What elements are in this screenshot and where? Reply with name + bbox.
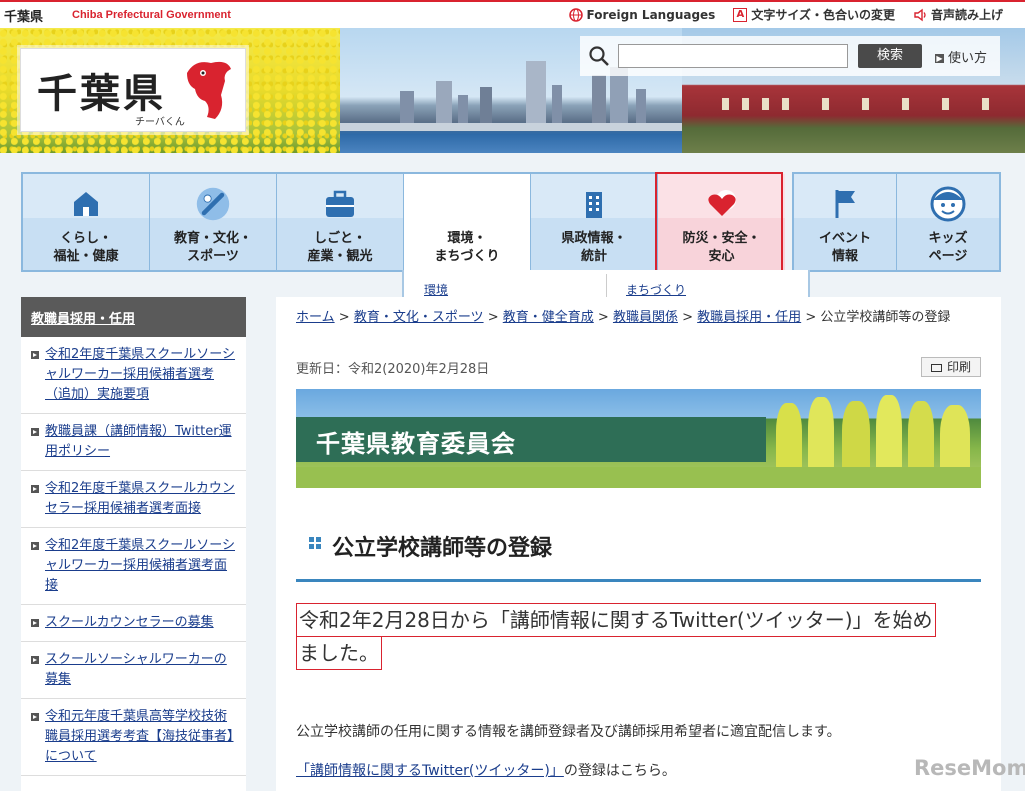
search-button[interactable]: 検索 <box>858 44 922 68</box>
twitter-register-link[interactable]: 「講師情報に関するTwitter(ツイッター)」 <box>296 763 564 779</box>
resemom-watermark: ReseMom <box>914 756 1025 780</box>
sidebar-item[interactable]: スクールカウンセラーの募集 <box>21 605 246 642</box>
sidebar-item[interactable]: 令和2年度千葉県スクールソーシャルワーカー採用候補者選考面接 <box>21 528 246 605</box>
chiba-kun-mascot-icon <box>187 61 231 119</box>
sidebar-list: 令和2年度千葉県スクールソーシャルワーカー採用候補者選考（追加）実施要項 教職員… <box>21 337 246 776</box>
nav-label: しごと・ 産業・観光 <box>307 231 373 264</box>
sidebar-item[interactable]: スクールソーシャルワーカーの募集 <box>21 642 246 699</box>
search-howto-link[interactable]: 使い方 <box>935 47 987 66</box>
logo-text: 千葉県 <box>37 70 166 117</box>
kid-face-icon <box>930 186 966 222</box>
sidebar-item-label: 令和2年度千葉県スクールカウンセラー採用候補者選考面接 <box>45 481 235 516</box>
printer-icon <box>930 364 942 372</box>
sidebar-item[interactable]: 令和2年度千葉県スクールカウンセラー採用候補者選考面接 <box>21 471 246 528</box>
sidebar-item-label: スクールソーシャルワーカーの募集 <box>45 652 227 687</box>
nav-label: イベント 情報 <box>818 231 871 264</box>
flag-icon <box>835 190 855 218</box>
sidebar-item[interactable]: 令和2年度千葉県スクールソーシャルワーカー採用候補者選考（追加）実施要項 <box>21 337 246 414</box>
nav-item-work-industry-tourism[interactable]: しごと・ 産業・観光 <box>277 174 404 270</box>
twitter-notice: 令和2年2月28日から「講師情報に関するTwitter(ツイッター)」を始め ま… <box>296 603 981 670</box>
submenu-townbuilding-link[interactable]: まちづくり <box>626 281 686 298</box>
nav-item-prefectural-info-statistics[interactable]: 県政情報・ 統計 <box>531 174 658 270</box>
nav-label: 県政情報・ 統計 <box>561 231 627 264</box>
nav-item-events[interactable]: イベント 情報 <box>794 174 897 270</box>
voice-reading-label: 音声読み上げ <box>930 8 1003 22</box>
mascot-name: チーバくん <box>135 117 185 128</box>
nav-label: 防災・安全・ 安心 <box>682 231 761 264</box>
nav-label: キッズ ページ <box>928 231 968 264</box>
nav-item-kids[interactable]: キッズ ページ <box>897 174 999 270</box>
pref-name-en[interactable]: Chiba Prefectural Government <box>72 9 231 21</box>
header: 千葉県 チーバくん 検索 使い方 <box>0 28 1025 153</box>
breadcrumb-separator: > <box>597 310 609 325</box>
secondary-nav: イベント 情報 キッズ ページ <box>792 172 1001 272</box>
sidebar-item-label: 令和元年度千葉県高等学校技術職員採用選考考査【海技従事者】について <box>45 709 234 764</box>
globe-icon <box>568 7 583 22</box>
foreign-languages-link[interactable]: Foreign Languages <box>568 6 716 23</box>
updated-date: 更新日：令和2(2020)年2月28日 <box>296 362 490 377</box>
baseball-bat-icon <box>196 187 230 221</box>
sidebar-item-label: 教職員課（講師情報）Twitter運用ポリシー <box>45 424 232 459</box>
nav-label: 教育・文化・ スポーツ <box>173 231 252 264</box>
nav-item-living-welfare-health[interactable]: くらし・ 福祉・健康 <box>23 174 150 270</box>
sidebar-item-label: スクールカウンセラーの募集 <box>45 615 214 630</box>
text-size-icon: A <box>733 7 748 22</box>
submenu-environment-link[interactable]: 環境 <box>424 281 448 298</box>
register-line: 「講師情報に関するTwitter(ツイッター)」の登録はこちら。 <box>296 760 676 780</box>
sidebar-item-label: 令和2年度千葉県スクールソーシャルワーカー採用候補者選考（追加）実施要項 <box>45 347 236 402</box>
breadcrumb-separator: > <box>805 310 817 325</box>
nav-label: くらし・ 福祉・健康 <box>53 231 119 264</box>
site-logo[interactable]: 千葉県 チーバくん <box>20 48 246 132</box>
nav-item-education-culture-sports[interactable]: 教育・文化・ スポーツ <box>150 174 277 270</box>
speaker-icon <box>913 8 927 22</box>
nav-item-disaster-safety[interactable]: 防災・安全・ 安心 <box>658 174 785 270</box>
breadcrumb-current: 公立学校講師等の登録 <box>820 310 951 325</box>
search-icon <box>589 46 609 66</box>
search-input[interactable] <box>618 44 848 68</box>
briefcase-icon <box>326 190 354 217</box>
voice-reading-link[interactable]: 音声読み上げ <box>913 6 1003 23</box>
sidebar-title[interactable]: 教職員採用・任用 <box>21 297 246 337</box>
heading-marker-icon <box>309 537 321 549</box>
breadcrumb-home-link[interactable]: ホーム <box>296 310 335 325</box>
search-bar: 検索 使い方 <box>580 36 1000 76</box>
main-nav: くらし・ 福祉・健康 教育・文化・ スポーツ しごと・ 産業・観光 環境・ まち… <box>21 172 785 272</box>
breadcrumb-separator: > <box>338 310 350 325</box>
sidebar-item-label: 令和2年度千葉県スクールソーシャルワーカー採用候補者選考面接 <box>45 538 236 593</box>
notice-line-2: ました。 <box>296 637 382 670</box>
description-paragraph: 公立学校講師の任用に関する情報を講師登録者及び講師採用希望者に適宜配信します。 <box>296 724 841 740</box>
page-title: 公立学校講師等の登録 <box>332 536 553 561</box>
board-of-education-banner: 千葉県教育委員会 <box>296 389 981 488</box>
print-label: 印刷 <box>946 360 971 374</box>
sidebar-item[interactable]: 教職員課（講師情報）Twitter運用ポリシー <box>21 414 246 471</box>
nav-label: 環境・ まちづくり <box>434 231 500 264</box>
sidebar: 教職員採用・任用 令和2年度千葉県スクールソーシャルワーカー採用候補者選考（追加… <box>21 297 246 791</box>
breadcrumb-upbringing-link[interactable]: 教育・健全育成 <box>503 310 594 325</box>
sidebar-item[interactable]: 令和元年度千葉県高等学校技術職員採用選考考査【海技従事者】について <box>21 699 246 776</box>
nav-item-environment-townbuilding[interactable]: 環境・ まちづくり <box>404 174 531 270</box>
heart-icon <box>707 190 736 216</box>
pref-name[interactable]: 千葉県 <box>4 6 43 25</box>
main-content: ホーム > 教育・文化・スポーツ > 教育・健全育成 > 教職員関係 > 教職員… <box>276 297 1001 791</box>
house-icon <box>74 192 98 216</box>
foreign-languages-label: Foreign Languages <box>586 7 716 22</box>
breadcrumb-separator: > <box>487 310 499 325</box>
breadcrumb-staff-link[interactable]: 教職員関係 <box>613 310 678 325</box>
utility-links: Foreign Languages A 文字サイズ・色合いの変更 音声読み上げ <box>568 6 1003 23</box>
building-icon <box>586 192 602 218</box>
top-bar: 千葉県 Chiba Prefectural Government Foreign… <box>0 0 1025 28</box>
print-button[interactable]: 印刷 <box>921 357 981 377</box>
page-heading: 公立学校講師等の登録 <box>296 522 981 582</box>
breadcrumb: ホーム > 教育・文化・スポーツ > 教育・健全育成 > 教職員関係 > 教職員… <box>296 308 986 328</box>
register-suffix: の登録はこちら。 <box>563 763 676 779</box>
banner-title: 千葉県教育委員会 <box>316 430 516 458</box>
breadcrumb-education-link[interactable]: 教育・文化・スポーツ <box>354 310 484 325</box>
text-size-label: 文字サイズ・色合いの変更 <box>751 8 895 22</box>
text-size-link[interactable]: A 文字サイズ・色合いの変更 <box>733 6 895 23</box>
breadcrumb-recruitment-link[interactable]: 教職員採用・任用 <box>697 310 801 325</box>
breadcrumb-separator: > <box>682 310 694 325</box>
notice-line-1: 令和2年2月28日から「講師情報に関するTwitter(ツイッター)」を始め <box>296 603 936 637</box>
